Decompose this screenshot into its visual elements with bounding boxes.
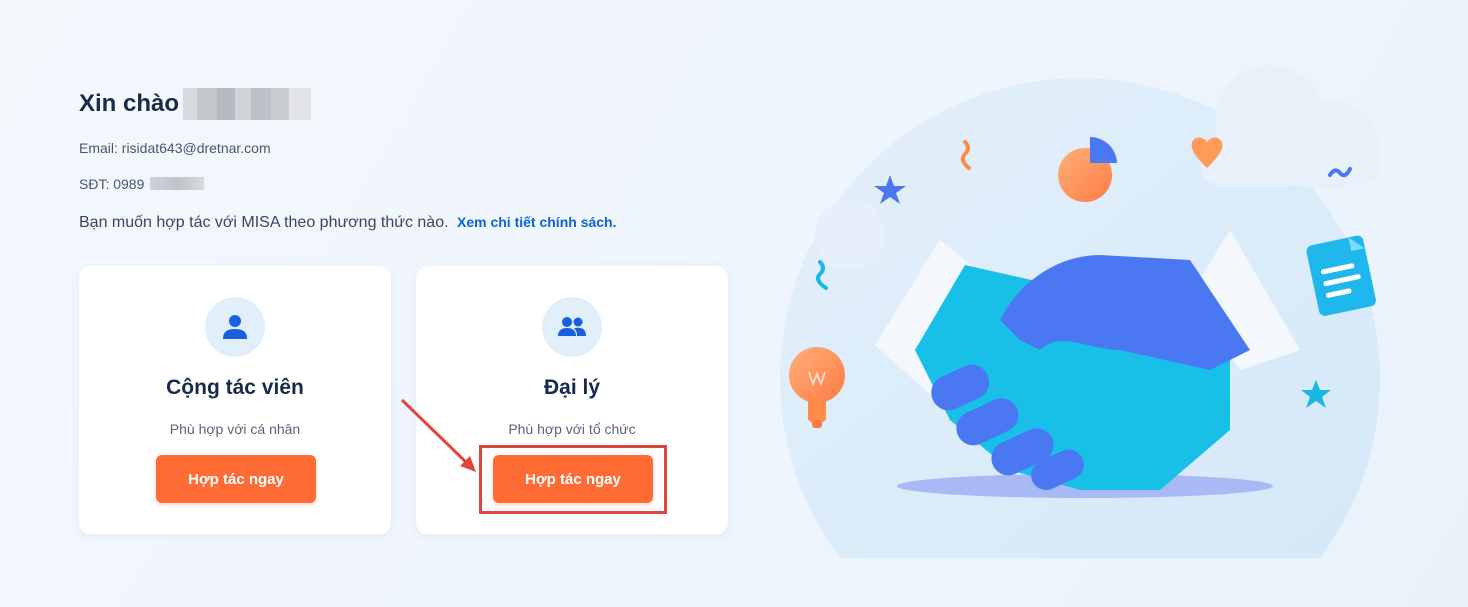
- annotation-arrow-icon: [400, 398, 476, 472]
- question-label: Bạn muốn hợp tác với MISA theo phương th…: [79, 214, 449, 231]
- greeting-title: Xin chào: [79, 90, 180, 117]
- collaborator-card: Cộng tác viên Phù hợp với cá nhân Hợp tá…: [79, 266, 391, 534]
- card-title: Cộng tác viên: [166, 376, 304, 399]
- person-icon: [205, 297, 265, 357]
- group-icon: [542, 297, 602, 357]
- annotation-highlight-box: [479, 445, 667, 514]
- handshake-illustration: [780, 65, 1380, 558]
- cloud-icon: [1200, 65, 1380, 190]
- policy-link[interactable]: Xem chi tiết chính sách.: [457, 214, 617, 230]
- email-text: Email: risidat643@dretnar.com: [79, 140, 271, 156]
- phone-redacted: [150, 177, 204, 190]
- name-redacted: [183, 88, 311, 120]
- card-subtitle: Phù hợp với cá nhân: [169, 421, 301, 437]
- phone-text: SĐT: 0989: [79, 176, 145, 192]
- question-text: Bạn muốn hợp tác với MISA theo phương th…: [79, 214, 617, 232]
- collaborate-now-button[interactable]: Hợp tác ngay: [156, 455, 316, 503]
